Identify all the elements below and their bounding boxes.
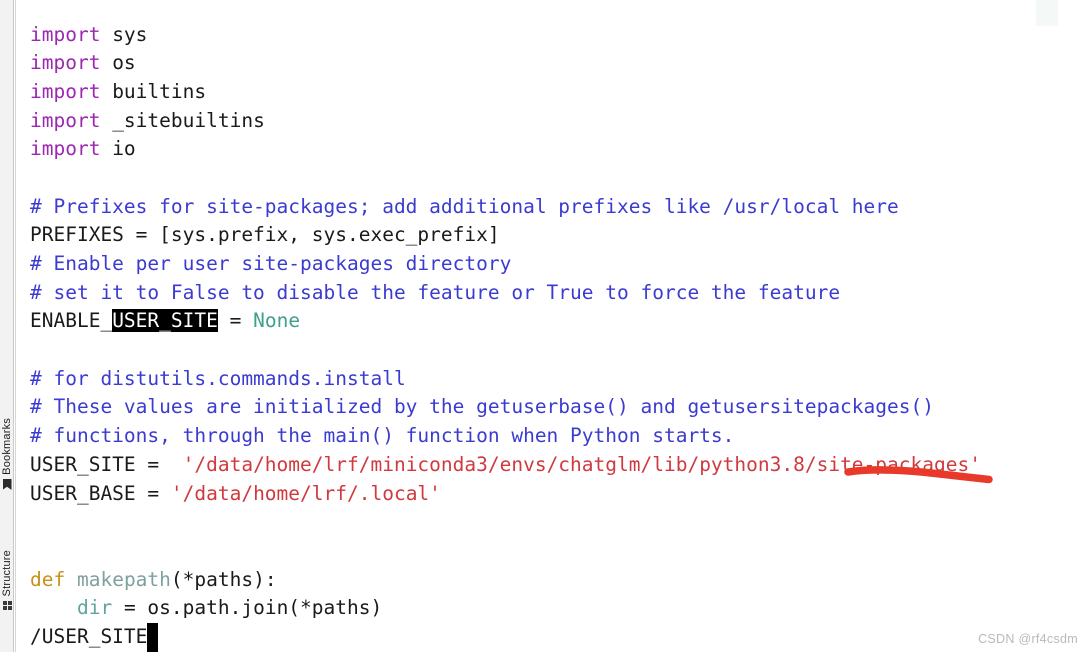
code-token-plain: sys	[100, 22, 148, 46]
code-line: USER_SITE = '/data/home/lrf/miniconda3/e…	[30, 451, 981, 480]
code-line: ​	[30, 336, 981, 365]
code-token-kw: import	[30, 137, 101, 161]
code-token-plain: = os.path.join(*paths)	[112, 596, 383, 620]
decorative-tint	[1036, 0, 1058, 26]
code-token-plain: PREFIXES = [sys.prefix, sys.exec_prefix]	[30, 223, 500, 247]
csdn-watermark: CSDN @rf4csdm	[978, 632, 1078, 646]
code-line: dir = os.path.join(*paths)	[30, 594, 981, 623]
code-line: import sys	[30, 21, 981, 50]
left-tool-strip: Bookmarks Structure	[0, 0, 14, 652]
code-token-str: '/data/home/lrf/.local'	[170, 481, 441, 505]
code-token-plain: =	[217, 309, 254, 333]
code-token-caret	[147, 622, 159, 652]
code-line: import os	[30, 49, 981, 78]
bookmarks-label: Bookmarks	[1, 418, 13, 475]
code-line: # functions, through the main() function…	[30, 422, 981, 451]
tool-button-bookmarks[interactable]: Bookmarks	[0, 418, 14, 490]
grid-icon	[2, 601, 12, 611]
code-line: # Enable per user site-packages director…	[30, 250, 981, 279]
code-token-plain: _sitebuiltins	[100, 108, 265, 132]
code-token-com: # Prefixes for site-packages; add additi…	[30, 194, 899, 218]
code-token-plain: os	[100, 51, 136, 75]
code-token-str: '/data/home/lrf/miniconda3/envs/chatglm/…	[170, 452, 981, 476]
code-token-plain: (*paths):	[170, 567, 277, 591]
code-token-fn: makepath	[76, 567, 171, 591]
code-token-plain: USER_BASE =	[30, 481, 171, 505]
source-code[interactable]: import sys import os import builtins import…	[30, 21, 981, 652]
code-line: # These values are initialized by the ge…	[30, 393, 981, 422]
code-line: ​	[30, 508, 981, 537]
code-line: # Prefixes for site-packages; add additi…	[30, 193, 981, 222]
code-token-plain: USER_SITE =	[30, 452, 171, 476]
code-line: ​	[30, 164, 981, 193]
code-token-sel: USER_SITE	[112, 309, 218, 333]
code-token-kw: import	[30, 22, 101, 46]
code-token-com: # for distutils.commands.install	[30, 366, 406, 390]
code-token-plain: /USER_SITE	[30, 624, 148, 648]
code-editor-pane[interactable]: import sys import os import builtins import…	[15, 0, 1088, 652]
editor-window: Bookmarks Structure import sys import os i…	[0, 0, 1088, 652]
code-line: import _sitebuiltins	[30, 107, 981, 136]
code-line: import io	[30, 135, 981, 164]
code-token-com: # Enable per user site-packages director…	[30, 252, 512, 275]
code-token-var: dir	[76, 596, 113, 620]
code-token-plain: io	[100, 137, 136, 161]
code-token-kw: import	[30, 108, 101, 132]
code-token-kw: import	[30, 51, 101, 75]
tool-button-structure[interactable]: Structure	[0, 550, 14, 611]
code-line: ENABLE_USER_SITE = None	[30, 307, 981, 336]
code-line: ​	[30, 537, 981, 566]
code-line: def makepath(*paths):	[30, 566, 981, 595]
code-token-con: None	[253, 309, 301, 333]
code-line: # set it to False to disable the feature…	[30, 279, 981, 308]
code-token-com: # set it to False to disable the feature…	[30, 280, 841, 304]
code-token-plain: ENABLE_	[30, 309, 113, 333]
code-line: import builtins	[30, 78, 981, 107]
code-token-plain: builtins	[100, 79, 207, 103]
code-token-com: # These values are initialized by the ge…	[30, 395, 934, 419]
code-line: PREFIXES = [sys.prefix, sys.exec_prefix]	[30, 221, 981, 250]
code-token-kw: import	[30, 79, 101, 103]
code-token-def: def	[30, 567, 66, 591]
code-line: # for distutils.commands.install	[30, 365, 981, 394]
code-line: USER_BASE = '/data/home/lrf/.local'	[30, 480, 981, 509]
code-token-com: # functions, through the main() function…	[30, 424, 735, 448]
bookmark-icon	[2, 478, 12, 490]
code-line: /USER_SITE	[30, 622, 981, 652]
structure-label: Structure	[1, 550, 13, 597]
